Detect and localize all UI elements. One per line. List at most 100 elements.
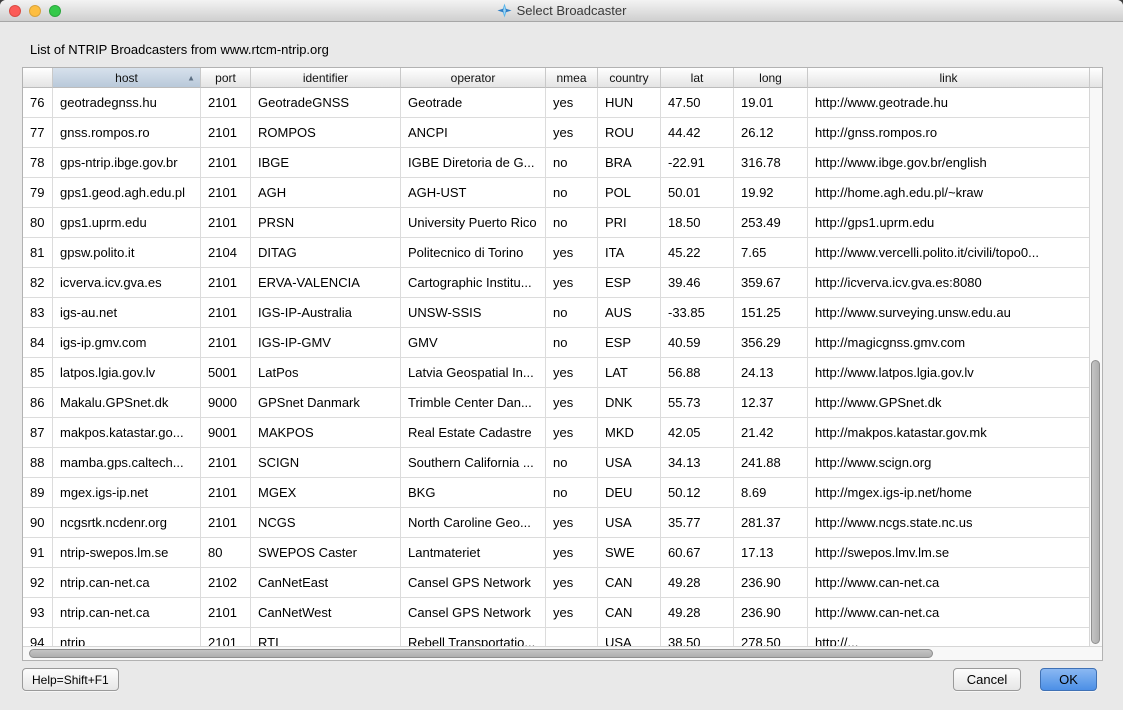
- titlebar[interactable]: Select Broadcaster: [0, 0, 1123, 22]
- cell-lat[interactable]: 44.42: [661, 118, 734, 147]
- table-row[interactable]: 90ncgsrtk.ncdenr.org2101NCGSNorth Caroli…: [23, 508, 1089, 538]
- cell-long[interactable]: 17.13: [734, 538, 808, 567]
- cell-country[interactable]: HUN: [598, 88, 661, 117]
- cell-nmea[interactable]: [546, 628, 598, 646]
- cell-operator[interactable]: Real Estate Cadastre: [401, 418, 546, 447]
- cell-country[interactable]: DEU: [598, 478, 661, 507]
- cell-nmea[interactable]: yes: [546, 418, 598, 447]
- table-row[interactable]: 92ntrip.can-net.ca2102CanNetEastCansel G…: [23, 568, 1089, 598]
- cell-nmea[interactable]: yes: [546, 88, 598, 117]
- cell-identifier[interactable]: ERVA-VALENCIA: [251, 268, 401, 297]
- cell-port[interactable]: 9001: [201, 418, 251, 447]
- cell-operator[interactable]: Lantmateriet: [401, 538, 546, 567]
- cell-num[interactable]: 86: [23, 388, 53, 417]
- table-row[interactable]: 84igs-ip.gmv.com2101IGS-IP-GMVGMVnoESP40…: [23, 328, 1089, 358]
- cell-lat[interactable]: -22.91: [661, 148, 734, 177]
- cell-country[interactable]: USA: [598, 628, 661, 646]
- cell-link[interactable]: http://icverva.icv.gva.es:8080: [808, 268, 1089, 297]
- column-header-operator[interactable]: operator: [401, 68, 546, 88]
- cell-identifier[interactable]: CanNetEast: [251, 568, 401, 597]
- cell-port[interactable]: 5001: [201, 358, 251, 387]
- cell-operator[interactable]: Cansel GPS Network: [401, 598, 546, 627]
- cell-lat[interactable]: -33.85: [661, 298, 734, 327]
- cell-long[interactable]: 316.78: [734, 148, 808, 177]
- cell-host[interactable]: icverva.icv.gva.es: [53, 268, 201, 297]
- cell-identifier[interactable]: LatPos: [251, 358, 401, 387]
- cell-host[interactable]: mamba.gps.caltech...: [53, 448, 201, 477]
- cell-country[interactable]: USA: [598, 448, 661, 477]
- cell-operator[interactable]: Southern California ...: [401, 448, 546, 477]
- cell-num[interactable]: 82: [23, 268, 53, 297]
- horizontal-scrollbar-thumb[interactable]: [29, 649, 933, 658]
- cell-long[interactable]: 19.92: [734, 178, 808, 207]
- cell-lat[interactable]: 55.73: [661, 388, 734, 417]
- cell-port[interactable]: 2101: [201, 478, 251, 507]
- cell-identifier[interactable]: CanNetWest: [251, 598, 401, 627]
- cell-port[interactable]: 2101: [201, 448, 251, 477]
- cell-long[interactable]: 26.12: [734, 118, 808, 147]
- cell-num[interactable]: 78: [23, 148, 53, 177]
- cell-identifier[interactable]: RTI: [251, 628, 401, 646]
- cell-lat[interactable]: 42.05: [661, 418, 734, 447]
- cell-operator[interactable]: AGH-UST: [401, 178, 546, 207]
- cell-port[interactable]: 2104: [201, 238, 251, 267]
- cell-identifier[interactable]: IBGE: [251, 148, 401, 177]
- table-row[interactable]: 80gps1.uprm.edu2101PRSNUniversity Puerto…: [23, 208, 1089, 238]
- cell-lat[interactable]: 47.50: [661, 88, 734, 117]
- table-row[interactable]: 88mamba.gps.caltech...2101SCIGNSouthern …: [23, 448, 1089, 478]
- cell-num[interactable]: 87: [23, 418, 53, 447]
- cell-lat[interactable]: 50.01: [661, 178, 734, 207]
- column-header-long[interactable]: long: [734, 68, 808, 88]
- cell-identifier[interactable]: AGH: [251, 178, 401, 207]
- minimize-button[interactable]: [29, 5, 41, 17]
- table-row[interactable]: 83igs-au.net2101IGS-IP-AustraliaUNSW-SSI…: [23, 298, 1089, 328]
- cell-lat[interactable]: 39.46: [661, 268, 734, 297]
- cell-num[interactable]: 91: [23, 538, 53, 567]
- horizontal-scrollbar[interactable]: [23, 646, 1102, 660]
- cell-lat[interactable]: 35.77: [661, 508, 734, 537]
- cell-host[interactable]: geotradegnss.hu: [53, 88, 201, 117]
- cell-port[interactable]: 9000: [201, 388, 251, 417]
- cancel-button[interactable]: Cancel: [953, 668, 1021, 691]
- cell-port[interactable]: 2101: [201, 298, 251, 327]
- cell-host[interactable]: gpsw.polito.it: [53, 238, 201, 267]
- cell-host[interactable]: makpos.katastar.go...: [53, 418, 201, 447]
- cell-port[interactable]: 2101: [201, 628, 251, 646]
- cell-host[interactable]: gnss.rompos.ro: [53, 118, 201, 147]
- cell-operator[interactable]: IGBE Diretoria de G...: [401, 148, 546, 177]
- cell-country[interactable]: PRI: [598, 208, 661, 237]
- cell-long[interactable]: 151.25: [734, 298, 808, 327]
- cell-identifier[interactable]: IGS-IP-GMV: [251, 328, 401, 357]
- table-row[interactable]: 87makpos.katastar.go...9001MAKPOSReal Es…: [23, 418, 1089, 448]
- cell-country[interactable]: SWE: [598, 538, 661, 567]
- cell-link[interactable]: http://www.ibge.gov.br/english: [808, 148, 1089, 177]
- cell-port[interactable]: 2101: [201, 118, 251, 147]
- cell-host[interactable]: Makalu.GPSnet.dk: [53, 388, 201, 417]
- cell-identifier[interactable]: DITAG: [251, 238, 401, 267]
- cell-nmea[interactable]: no: [546, 478, 598, 507]
- cell-operator[interactable]: UNSW-SSIS: [401, 298, 546, 327]
- cell-port[interactable]: 2101: [201, 148, 251, 177]
- cell-host[interactable]: ntrip.can-net.ca: [53, 598, 201, 627]
- cell-country[interactable]: MKD: [598, 418, 661, 447]
- cell-link[interactable]: http://mgex.igs-ip.net/home: [808, 478, 1089, 507]
- cell-link[interactable]: http://magicgnss.gmv.com: [808, 328, 1089, 357]
- cell-identifier[interactable]: ROMPOS: [251, 118, 401, 147]
- cell-port[interactable]: 2101: [201, 88, 251, 117]
- cell-long[interactable]: 281.37: [734, 508, 808, 537]
- cell-lat[interactable]: 49.28: [661, 568, 734, 597]
- cell-lat[interactable]: 45.22: [661, 238, 734, 267]
- cell-nmea[interactable]: no: [546, 178, 598, 207]
- column-header-country[interactable]: country: [598, 68, 661, 88]
- cell-num[interactable]: 76: [23, 88, 53, 117]
- cell-long[interactable]: 21.42: [734, 418, 808, 447]
- cell-link[interactable]: http://...: [808, 628, 1089, 646]
- table-row[interactable]: 85latpos.lgia.gov.lv5001LatPosLatvia Geo…: [23, 358, 1089, 388]
- cell-operator[interactable]: Cartographic Institu...: [401, 268, 546, 297]
- cell-operator[interactable]: Trimble Center Dan...: [401, 388, 546, 417]
- cell-nmea[interactable]: no: [546, 298, 598, 327]
- cell-operator[interactable]: Latvia Geospatial In...: [401, 358, 546, 387]
- cell-identifier[interactable]: PRSN: [251, 208, 401, 237]
- cell-nmea[interactable]: yes: [546, 388, 598, 417]
- cell-link[interactable]: http://makpos.katastar.gov.mk: [808, 418, 1089, 447]
